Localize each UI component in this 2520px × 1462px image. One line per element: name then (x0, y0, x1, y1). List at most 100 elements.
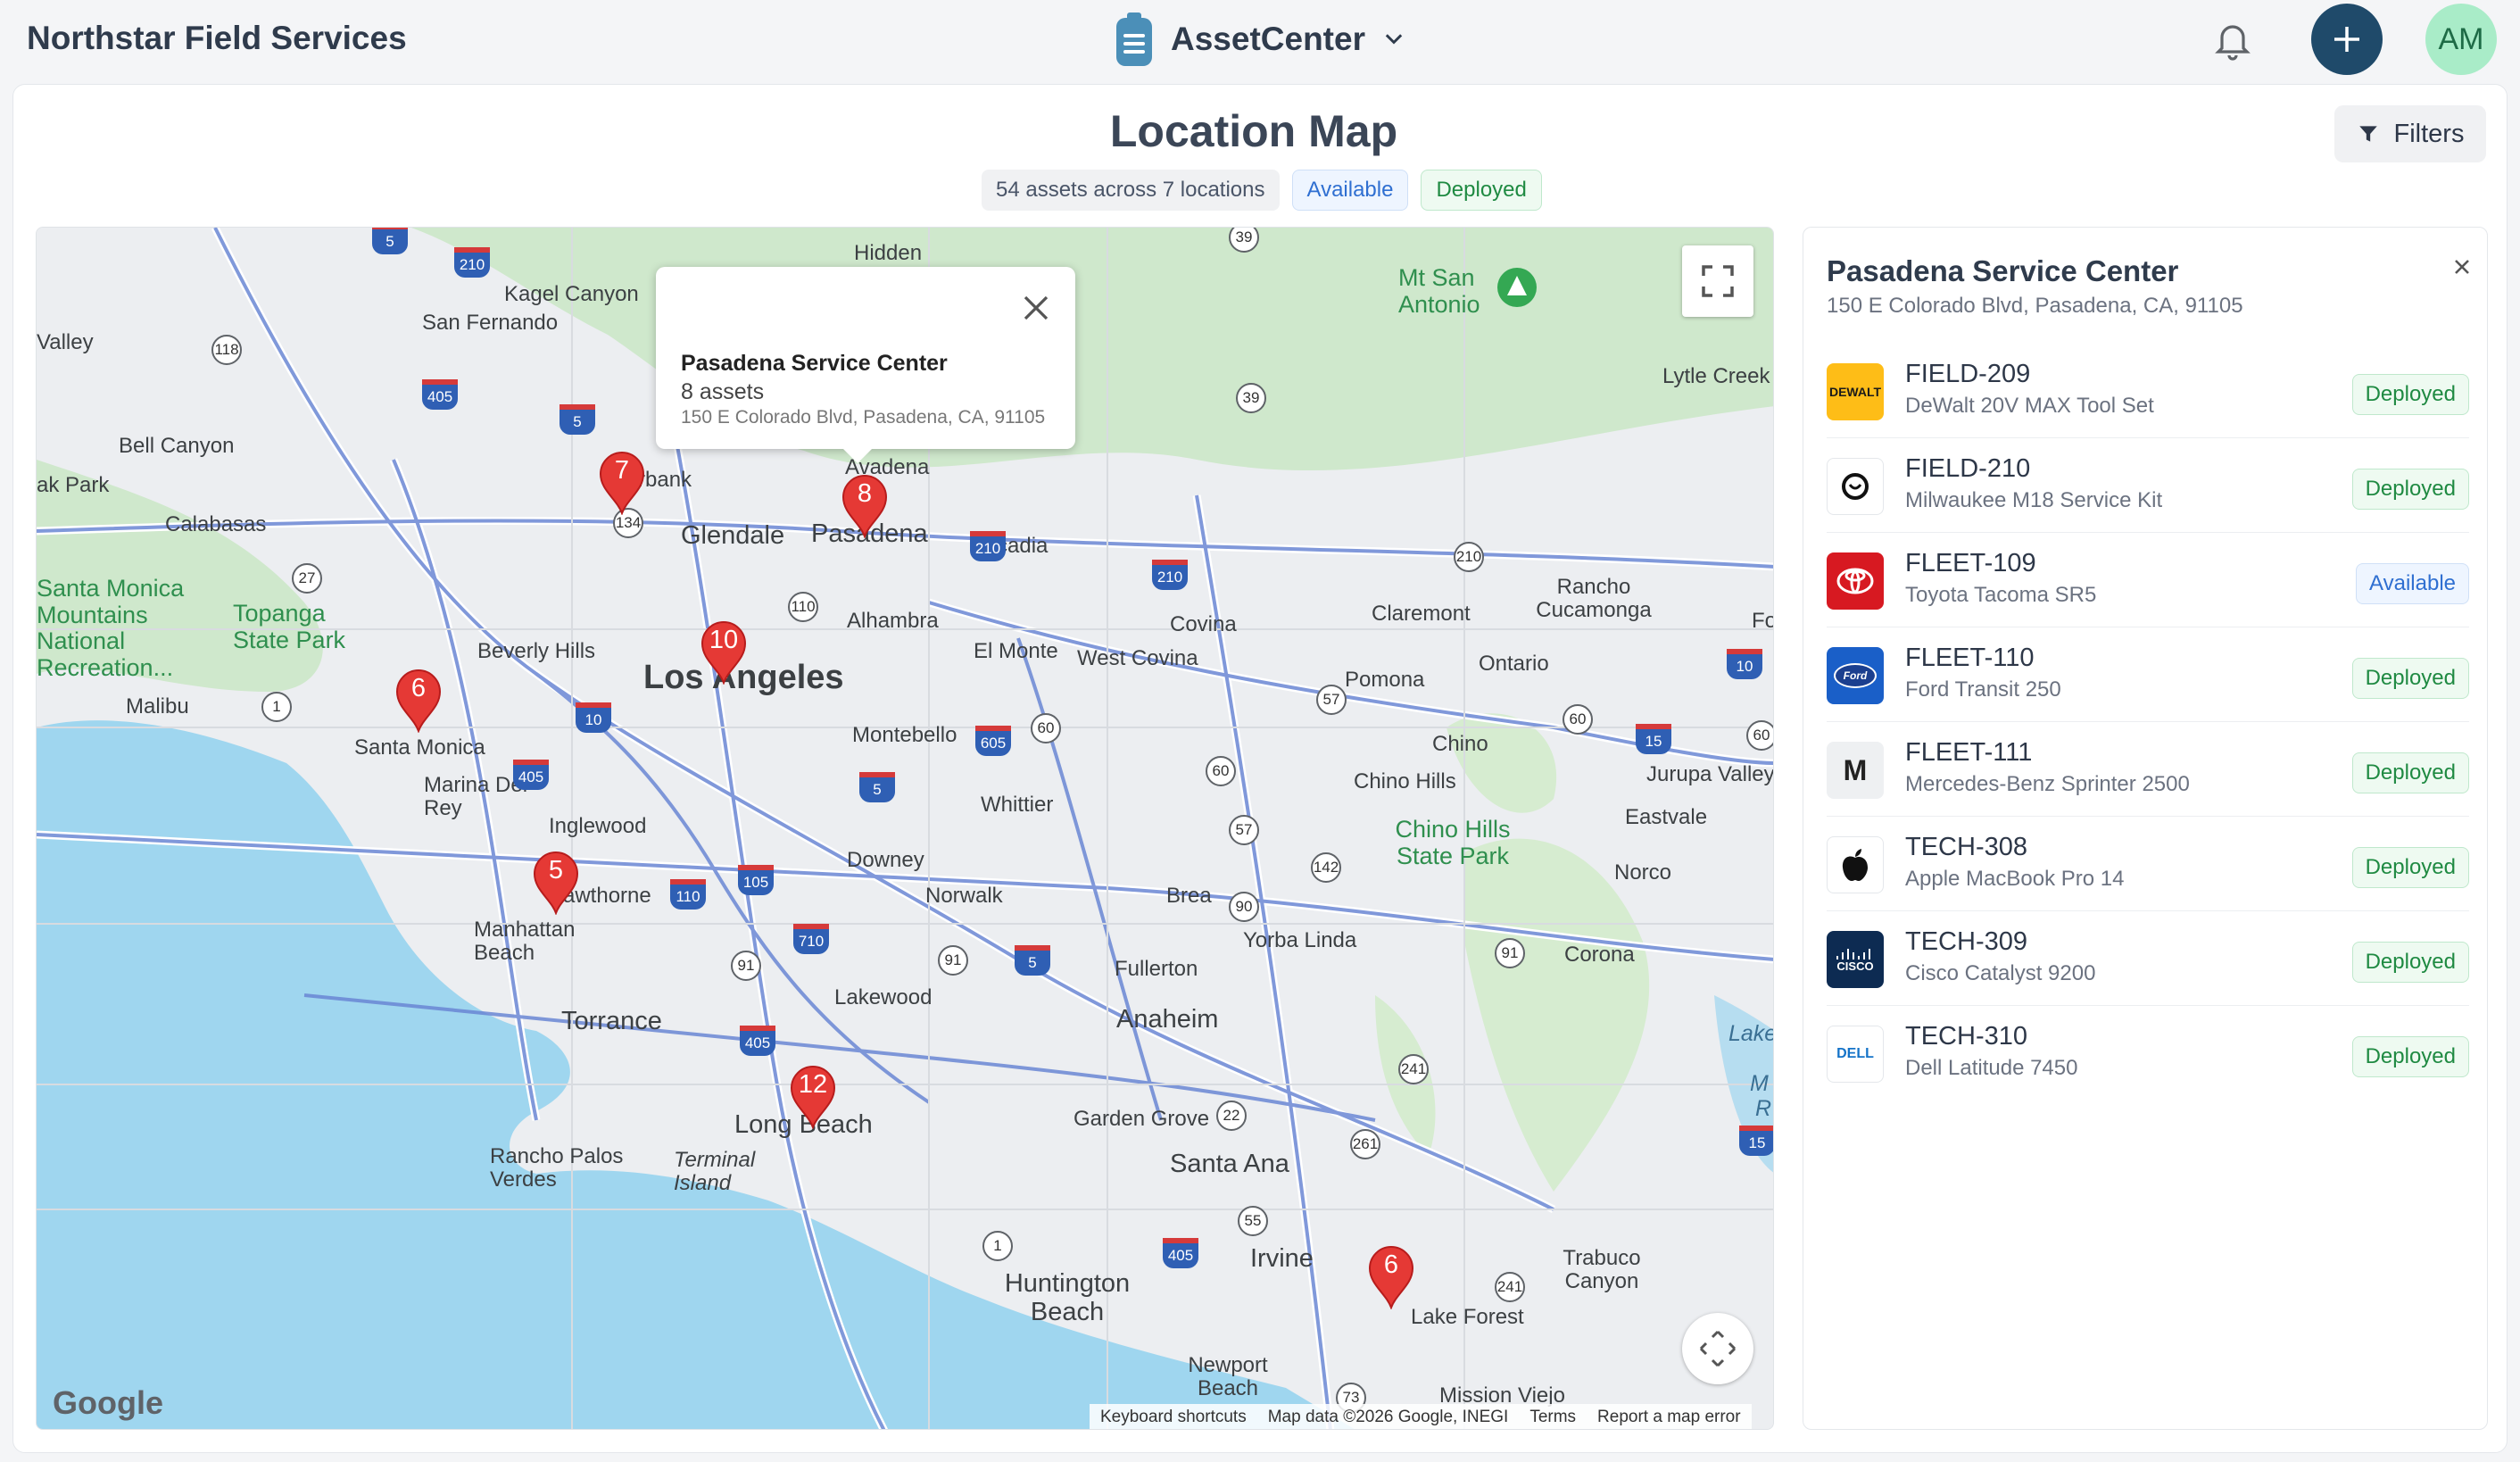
map-label: Trabuco Canyon (1563, 1246, 1641, 1294)
status-badge: Deployed (2351, 1036, 2469, 1077)
map-label: Santa Monica Mountains National Recreati… (37, 575, 185, 682)
map-label: Norco (1614, 860, 1672, 885)
route-shield: 110 (788, 592, 818, 622)
app-switcher[interactable]: AssetCenter (1114, 9, 1406, 70)
map-label: Claremont (1372, 602, 1471, 626)
marker-count: 8 (857, 479, 873, 508)
interstate-shield: 15 (1739, 1126, 1773, 1156)
interstate-shield: 405 (1163, 1238, 1198, 1268)
map-label: Santa Monica (354, 735, 485, 760)
map-label: Huntington Beach (1004, 1269, 1131, 1326)
map-label: Glendale (681, 521, 785, 550)
route-shield: 241 (1495, 1272, 1525, 1302)
interstate-shield: 105 (738, 865, 774, 895)
close-icon[interactable] (2450, 254, 2474, 279)
route-shield: 1 (982, 1231, 1013, 1261)
close-icon[interactable] (1020, 292, 1052, 324)
asset-id: TECH-310 (1905, 1022, 2027, 1051)
interstate-shield: 5 (560, 404, 595, 435)
map-label: Garden Grove (1073, 1107, 1210, 1131)
status-badge: Available (2356, 563, 2469, 604)
map-label: Calabasas (165, 512, 267, 536)
asset-row[interactable]: FLEET-109 Toyota Tacoma SR5 Available (1827, 533, 2469, 627)
panel-address: 150 E Colorado Blvd, Pasadena, CA, 91105 (1827, 294, 2243, 318)
map-label: Whittier (981, 793, 1054, 817)
map-label: El Monte (974, 639, 1058, 663)
location-marker[interactable]: 6 (395, 669, 442, 734)
map-label: Rancho Cucamonga (1536, 575, 1652, 623)
terms-link[interactable]: Terms (1529, 1408, 1576, 1427)
marker-count: 5 (548, 856, 564, 885)
asset-row[interactable]: M FLEET-111 Mercedes-Benz Sprinter 2500 … (1827, 722, 2469, 817)
map-label: West Covina (1077, 646, 1198, 670)
asset-name: Apple MacBook Pro 14 (1905, 867, 2125, 891)
pan-control[interactable] (1682, 1313, 1753, 1384)
map-data-credit: Map data ©2026 Google, INEGI (1267, 1408, 1509, 1426)
map-label: San Fernando (422, 311, 559, 335)
map-label: Malibu (126, 694, 189, 719)
popup-title: Pasadena Service Center (681, 351, 948, 376)
map-label: Inglewood (549, 814, 647, 838)
status-badge: Deployed (2351, 847, 2469, 888)
map-label: Brea (1166, 884, 1212, 908)
asset-row[interactable]: DEWALT FIELD-209 DeWalt 20V MAX Tool Set… (1827, 344, 2469, 438)
filters-button[interactable]: Filters (2334, 105, 2486, 162)
location-marker[interactable]: 8 (841, 474, 888, 539)
map-label: Mt San Antonio (1398, 264, 1480, 318)
map-label: Bell Canyon (119, 434, 235, 458)
route-shield: 60 (1031, 713, 1061, 743)
asset-name: Cisco Catalyst 9200 (1905, 961, 2096, 985)
location-marker[interactable]: 12 (790, 1065, 836, 1130)
add-button[interactable] (2311, 4, 2383, 75)
status-badge: Deployed (2351, 942, 2469, 983)
asset-row[interactable]: DELL TECH-310 Dell Latitude 7450 Deploye… (1827, 1006, 2469, 1101)
asset-name: Ford Transit 250 (1905, 677, 2061, 702)
map-label: R (1755, 1096, 1772, 1121)
app-name: AssetCenter (1171, 21, 1365, 57)
google-logo: Google (53, 1384, 163, 1421)
dell-logo: DELL (1827, 1026, 1884, 1083)
report-error-link[interactable]: Report a map error (1597, 1408, 1741, 1427)
legend-available[interactable]: Available (1291, 170, 1409, 211)
map-label: Covina (1170, 612, 1237, 636)
filters-label: Filters (2393, 119, 2465, 148)
map-label: Corona (1564, 943, 1635, 967)
status-badge: Deployed (2351, 752, 2469, 793)
map-label: Chino (1432, 732, 1488, 756)
location-marker[interactable]: 6 (1368, 1245, 1414, 1310)
marker-count: 12 (798, 1070, 828, 1099)
asset-id: TECH-308 (1905, 833, 2027, 861)
asset-row[interactable]: Ford FLEET-110 Ford Transit 250 Deployed (1827, 627, 2469, 722)
route-shield: 142 (1311, 852, 1341, 883)
map-label: Lytle Creek (1662, 364, 1770, 388)
route-shield: 22 (1216, 1101, 1247, 1131)
interstate-shield: 710 (793, 924, 829, 954)
location-marker[interactable]: 5 (533, 851, 579, 916)
location-map[interactable]: Hidden Kagel Canyon San Fernando Valley … (36, 227, 1774, 1430)
interstate-shield: 15 (1636, 724, 1671, 754)
asset-count-pill: 54 assets across 7 locations (982, 170, 1280, 211)
avatar[interactable]: AM (2425, 4, 2497, 75)
asset-row[interactable]: TECH-308 Apple MacBook Pro 14 Deployed (1827, 817, 2469, 911)
fullscreen-button[interactable] (1682, 245, 1753, 317)
legend-deployed[interactable]: Deployed (1421, 170, 1542, 211)
route-shield: 118 (211, 335, 242, 365)
bell-icon[interactable] (2211, 18, 2254, 61)
asset-row[interactable]: CISCO TECH-309 Cisco Catalyst 9200 Deplo… (1827, 911, 2469, 1006)
location-marker[interactable]: 7 (599, 451, 645, 516)
map-label: Hidden (854, 241, 923, 265)
map-label: Montebello (852, 723, 957, 747)
map-label: Kagel Canyon (504, 282, 639, 306)
asset-name: Mercedes-Benz Sprinter 2500 (1905, 772, 2190, 796)
interstate-shield: 405 (740, 1026, 775, 1056)
route-shield: 241 (1398, 1054, 1429, 1084)
keyboard-shortcuts-link[interactable]: Keyboard shortcuts (1100, 1408, 1247, 1427)
map-label: Fullerton (1115, 957, 1198, 981)
cisco-wordmark: CISCO (1836, 959, 1874, 973)
asset-name: Dell Latitude 7450 (1905, 1056, 2078, 1080)
map-label: Manhattan Beach (474, 918, 576, 966)
location-marker[interactable]: 10 (700, 620, 747, 685)
cisco-logo: CISCO (1827, 931, 1884, 988)
map-label: Lakewood (834, 985, 933, 1009)
asset-row[interactable]: FIELD-210 Milwaukee M18 Service Kit Depl… (1827, 438, 2469, 533)
